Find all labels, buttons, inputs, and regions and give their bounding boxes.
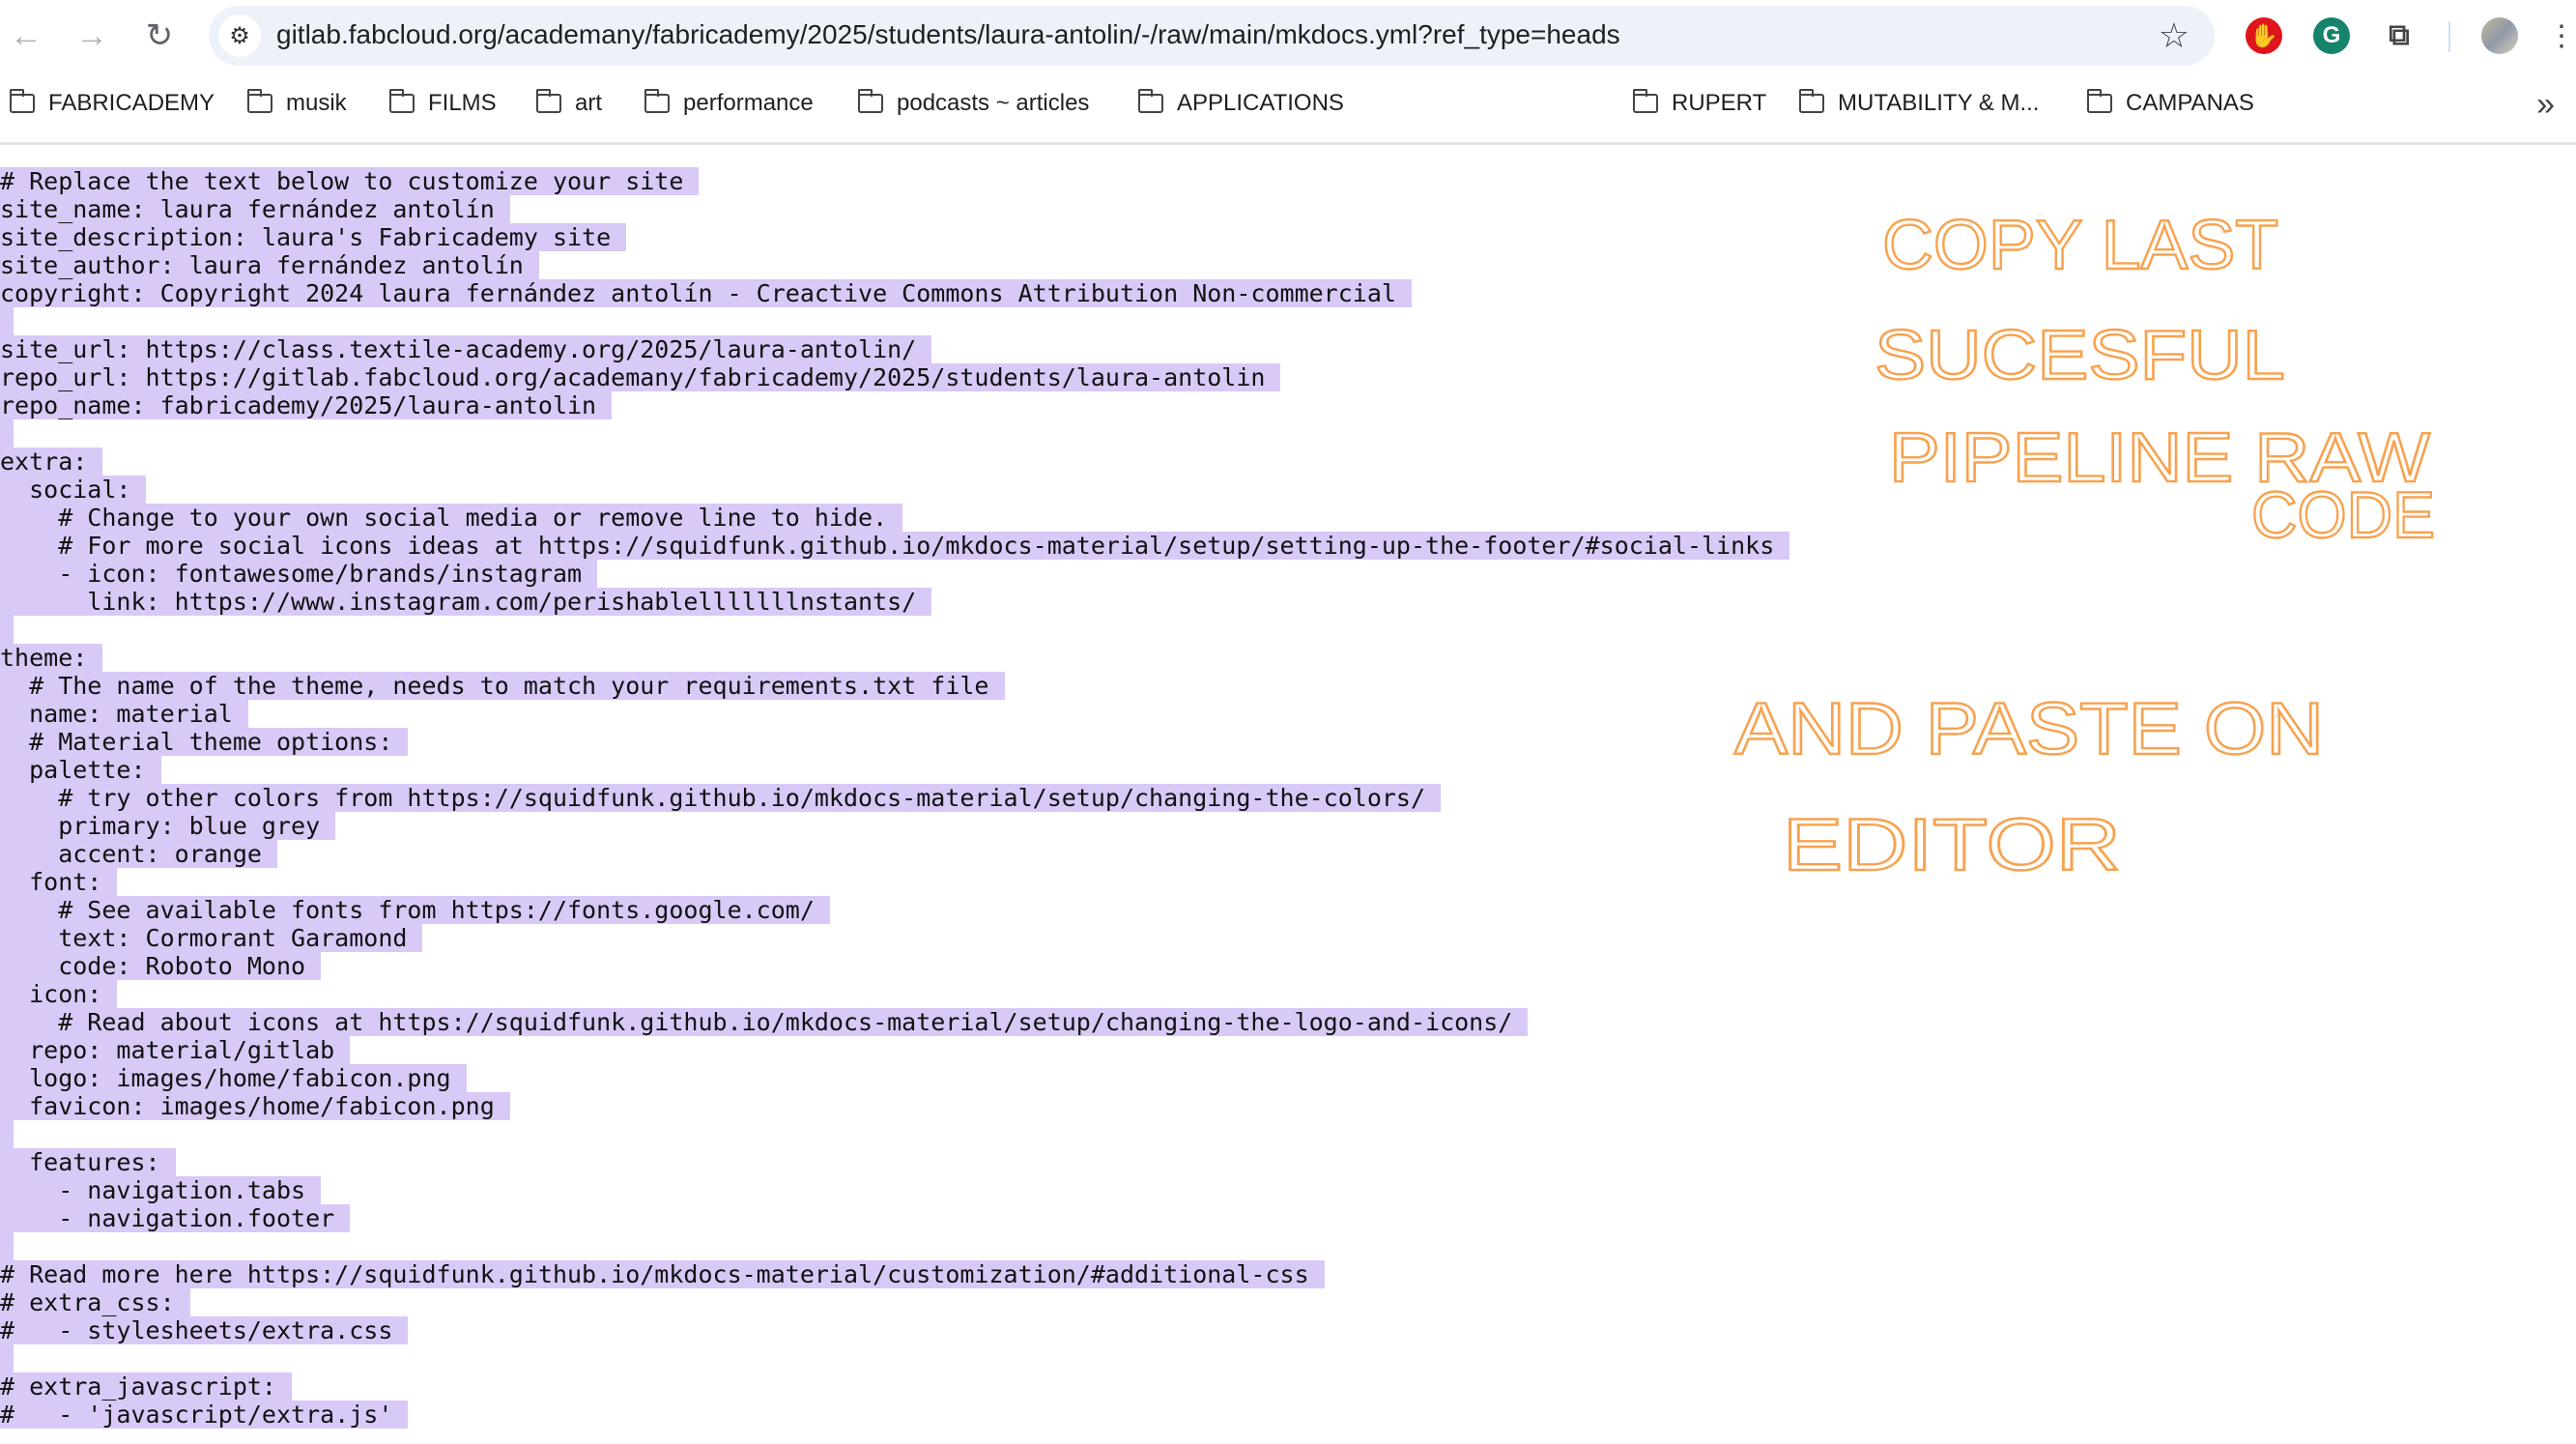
note-line: COPY LAST: [1882, 207, 2278, 284]
note-line: CODE: [2251, 478, 2435, 552]
note-line: SUCESFUL: [1875, 317, 2285, 394]
note-line: EDITOR: [1783, 804, 2121, 886]
note-line: AND PASTE ON: [1734, 688, 2324, 770]
handwritten-annotations: COPY LAST SUCESFUL PIPELINE RAW CODE AND…: [1733, 206, 2436, 887]
